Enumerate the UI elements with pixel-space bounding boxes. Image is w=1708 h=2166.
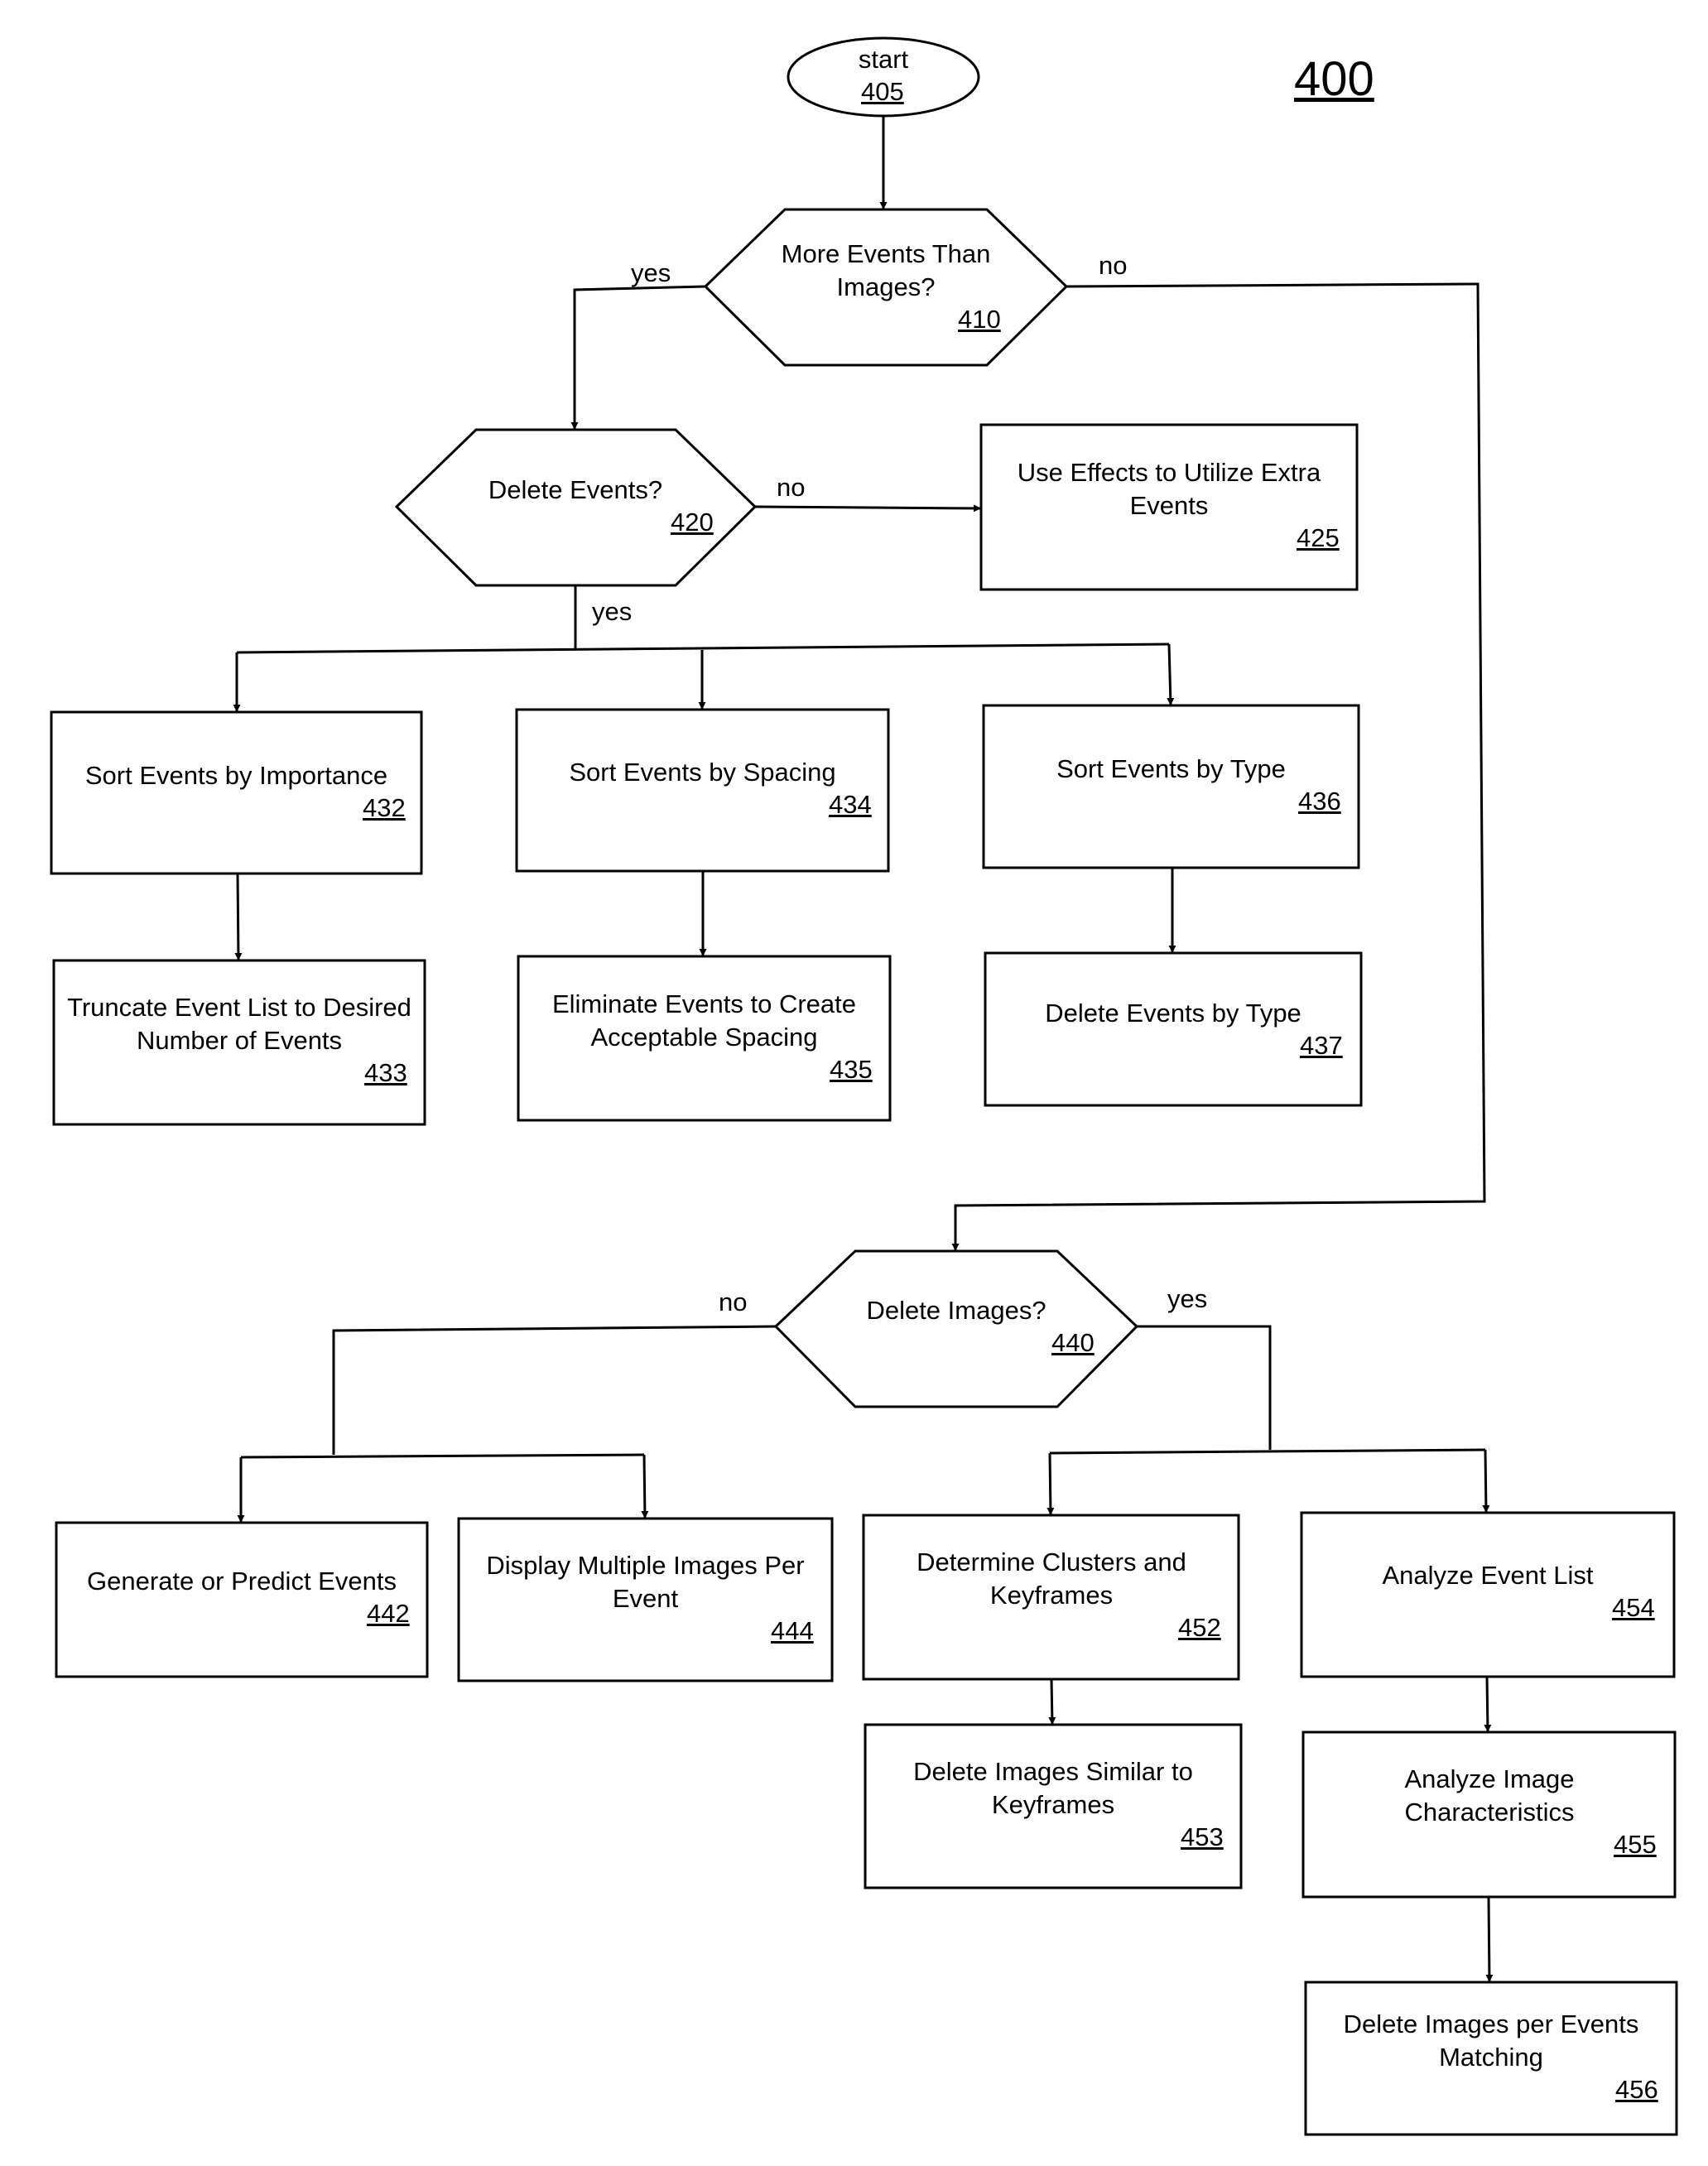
node-435-label: Eliminate Events to Create Acceptable Sp… xyxy=(551,989,856,1052)
node-444-label: Display Multiple Images Per Event xyxy=(486,1551,805,1613)
node-453-ref: 453 xyxy=(1181,1822,1224,1851)
edge-440-no-bar xyxy=(240,1453,645,1459)
node-437-label: Delete Events by Type xyxy=(1045,999,1301,1028)
node-453-label: Delete Images Similar to Keyframes xyxy=(913,1757,1193,1819)
edge-label-440-no: no xyxy=(719,1288,748,1316)
node-452-label: Determine Clusters and Keyframes xyxy=(917,1547,1186,1610)
node-433-ref: 433 xyxy=(364,1058,407,1087)
node-410-label: More Events Than Images? xyxy=(781,239,991,301)
edge-440-yes-bar xyxy=(1049,1448,1486,1455)
node-435-ref: 435 xyxy=(830,1055,873,1084)
edge-440-yes xyxy=(1137,1325,1272,1450)
edge-label-420-yes: yes xyxy=(592,597,633,626)
edge-label-410-yes: yes xyxy=(631,258,671,287)
edge-branch-436 xyxy=(1167,643,1175,706)
edge-branch-452 xyxy=(1046,1452,1055,1516)
node-440-ref: 440 xyxy=(1051,1328,1095,1357)
node-434-ref: 434 xyxy=(829,790,872,819)
node-436-label: Sort Events by Type xyxy=(1056,754,1286,783)
node-454-ref: 454 xyxy=(1612,1593,1655,1622)
node-420-label: Delete Events? xyxy=(488,475,663,504)
edge-label-440-yes: yes xyxy=(1167,1284,1208,1313)
edge-branch-444 xyxy=(641,1454,649,1519)
node-436-ref: 436 xyxy=(1298,787,1341,816)
node-440-label: Delete Images? xyxy=(866,1296,1046,1325)
edge-452-453 xyxy=(1048,1678,1056,1726)
node-444-ref: 444 xyxy=(771,1616,814,1645)
edge-410-420-yes xyxy=(570,285,706,430)
edge-454-455 xyxy=(1484,1676,1492,1733)
node-455-ref: 455 xyxy=(1614,1830,1657,1859)
edge-label-410-no: no xyxy=(1099,251,1128,280)
node-432-ref: 432 xyxy=(363,793,406,822)
node-442-label: Generate or Predict Events xyxy=(87,1567,397,1596)
node-455-label: Analyze Image Characteristics xyxy=(1404,1764,1575,1827)
node-456-label: Delete Images per Events Matching xyxy=(1343,2010,1639,2072)
node-425-ref: 425 xyxy=(1297,523,1340,552)
edge-branch-454 xyxy=(1482,1449,1490,1514)
node-437-ref: 437 xyxy=(1300,1031,1343,1060)
figure-number: 400 xyxy=(1294,52,1374,106)
node-432-label: Sort Events by Importance xyxy=(84,761,388,790)
node-420-ref: 420 xyxy=(671,508,714,537)
node-405-label: start xyxy=(858,45,909,74)
edge-label-420-no: no xyxy=(777,473,806,502)
node-425-label: Use Effects to Utilize Extra Events xyxy=(1017,458,1321,520)
edge-440-no xyxy=(332,1325,777,1455)
node-452-ref: 452 xyxy=(1178,1613,1221,1642)
node-410-ref: 410 xyxy=(958,305,1001,334)
node-405-ref: 405 xyxy=(861,77,904,106)
node-454-label: Analyze Event List xyxy=(1382,1561,1594,1590)
node-456-ref: 456 xyxy=(1615,2075,1658,2104)
node-434-label: Sort Events by Spacing xyxy=(569,758,836,787)
node-442-ref: 442 xyxy=(367,1599,410,1628)
edge-420-425-no xyxy=(754,504,982,513)
node-433-label: Truncate Event List to Desired Number of… xyxy=(67,993,411,1055)
